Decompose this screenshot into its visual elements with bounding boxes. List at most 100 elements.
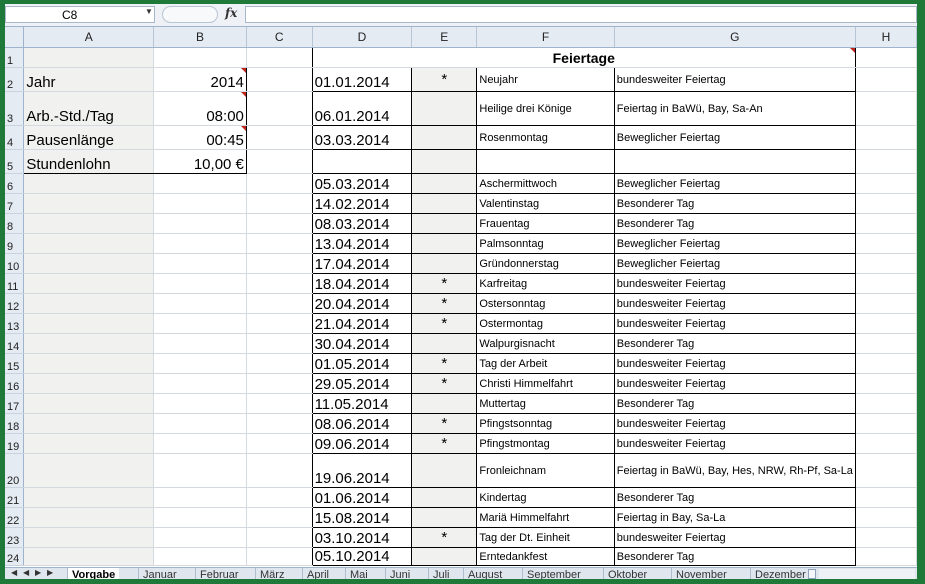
holiday-name[interactable]: Palmsonntag (476, 233, 615, 254)
cell[interactable] (246, 433, 313, 454)
holiday-type[interactable]: Beweglicher Feiertag (614, 233, 856, 254)
cell[interactable] (246, 313, 313, 334)
row-header[interactable]: 6 (5, 173, 25, 194)
sheet-tab-märz[interactable]: März (255, 568, 288, 579)
row-header[interactable]: 1 (5, 47, 25, 68)
cell[interactable] (153, 527, 247, 548)
cell[interactable] (23, 453, 155, 488)
holiday-name[interactable]: Heilige drei Könige (476, 91, 615, 126)
holiday-national-mark[interactable] (411, 253, 478, 274)
cell[interactable] (246, 273, 313, 294)
row-header[interactable]: 20 (5, 453, 25, 488)
cell[interactable] (855, 373, 917, 394)
cell[interactable] (855, 47, 917, 68)
holiday-date[interactable]: 11.05.2014 (311, 393, 413, 414)
cell[interactable] (153, 453, 247, 488)
cell[interactable] (23, 527, 155, 548)
cell[interactable] (23, 413, 155, 434)
cell[interactable] (23, 273, 155, 294)
holiday-name[interactable]: Ostersonntag (476, 293, 615, 314)
cell[interactable] (23, 173, 155, 194)
holiday-date[interactable]: 29.05.2014 (311, 373, 413, 394)
holiday-national-mark[interactable]: * (411, 273, 478, 294)
holiday-date[interactable]: 05.03.2014 (311, 173, 413, 194)
holiday-name[interactable]: Walpurgisnacht (476, 333, 615, 354)
row-header[interactable]: 24 (5, 547, 25, 566)
cell[interactable] (153, 507, 247, 528)
holiday-name[interactable]: Frauentag (476, 213, 615, 234)
cell[interactable] (23, 233, 155, 254)
row-header[interactable]: 23 (5, 527, 25, 548)
sheet-tab-august[interactable]: August (463, 568, 506, 579)
prev-sheet-icon[interactable]: ◀ (23, 568, 29, 577)
cell[interactable] (153, 433, 247, 454)
cell[interactable] (246, 333, 313, 354)
setting-value[interactable]: 00:45 (153, 125, 247, 150)
holiday-name[interactable]: Pfingstmontag (476, 433, 615, 454)
cell[interactable] (153, 213, 247, 234)
cell[interactable] (153, 193, 247, 214)
holiday-name[interactable]: Aschermittwoch (476, 173, 615, 194)
row-header[interactable]: 12 (5, 293, 25, 314)
holiday-date[interactable]: 05.10.2014 (311, 547, 413, 566)
cell[interactable] (855, 67, 917, 92)
cell[interactable] (855, 293, 917, 314)
holiday-national-mark[interactable] (411, 393, 478, 414)
holiday-name[interactable]: Tag der Arbeit (476, 353, 615, 374)
cell[interactable] (153, 173, 247, 194)
cell[interactable] (855, 253, 917, 274)
cell[interactable] (153, 293, 247, 314)
cell[interactable] (855, 547, 917, 566)
row-header[interactable]: 15 (5, 353, 25, 374)
holiday-date[interactable]: 30.04.2014 (311, 333, 413, 354)
holiday-national-mark[interactable] (411, 213, 478, 234)
cell[interactable] (855, 125, 917, 150)
holiday-name[interactable]: Gründonnerstag (476, 253, 615, 274)
cell[interactable] (246, 193, 313, 214)
sheet-tab-juli[interactable]: Juli (428, 568, 454, 579)
cell[interactable] (23, 293, 155, 314)
holiday-date[interactable]: 13.04.2014 (311, 233, 413, 254)
row-header[interactable]: 21 (5, 487, 25, 508)
cell[interactable] (246, 293, 313, 314)
formula-input[interactable] (245, 6, 917, 23)
cell[interactable] (153, 333, 247, 354)
holiday-national-mark[interactable]: * (411, 313, 478, 334)
sheet-tab-vorgabe[interactable]: Vorgabe (67, 568, 120, 579)
cell[interactable] (23, 213, 155, 234)
cell[interactable] (246, 353, 313, 374)
cell[interactable] (246, 453, 313, 488)
cell[interactable] (246, 125, 313, 150)
holiday-name[interactable]: Neujahr (476, 67, 615, 92)
holiday-national-mark[interactable]: * (411, 67, 478, 92)
holiday-name[interactable]: Christi Himmelfahrt (476, 373, 615, 394)
holiday-national-mark[interactable] (411, 193, 478, 214)
setting-value[interactable]: 08:00 (153, 91, 247, 126)
row-header[interactable]: 5 (5, 149, 25, 174)
first-sheet-icon[interactable]: ◀ (11, 568, 17, 577)
holiday-type[interactable]: bundesweiter Feiertag (614, 67, 856, 92)
holiday-name[interactable] (476, 149, 615, 174)
holiday-type[interactable]: Feiertag in Bay, Sa-La (614, 507, 856, 528)
holiday-type[interactable]: Beweglicher Feiertag (614, 125, 856, 150)
cell[interactable] (153, 253, 247, 274)
holiday-type[interactable]: Besonderer Tag (614, 333, 856, 354)
holiday-national-mark[interactable]: * (411, 373, 478, 394)
holiday-national-mark[interactable] (411, 173, 478, 194)
sheet-tab-oktober[interactable]: Oktober (603, 568, 651, 579)
holiday-date[interactable]: 21.04.2014 (311, 313, 413, 334)
cell[interactable] (23, 253, 155, 274)
select-all-corner[interactable] (5, 27, 25, 48)
cell[interactable] (23, 47, 155, 68)
name-box[interactable]: C8 (5, 6, 155, 23)
row-header[interactable]: 11 (5, 273, 25, 294)
row-header[interactable]: 19 (5, 433, 25, 454)
holiday-name[interactable]: Erntedankfest (476, 547, 615, 566)
setting-label[interactable]: Pausenlänge (23, 125, 155, 150)
holiday-name[interactable]: Kindertag (476, 487, 615, 508)
cell[interactable] (855, 413, 917, 434)
holiday-date[interactable]: 08.03.2014 (311, 213, 413, 234)
cell[interactable] (246, 253, 313, 274)
cell[interactable] (855, 333, 917, 354)
holiday-type[interactable]: bundesweiter Feiertag (614, 293, 856, 314)
